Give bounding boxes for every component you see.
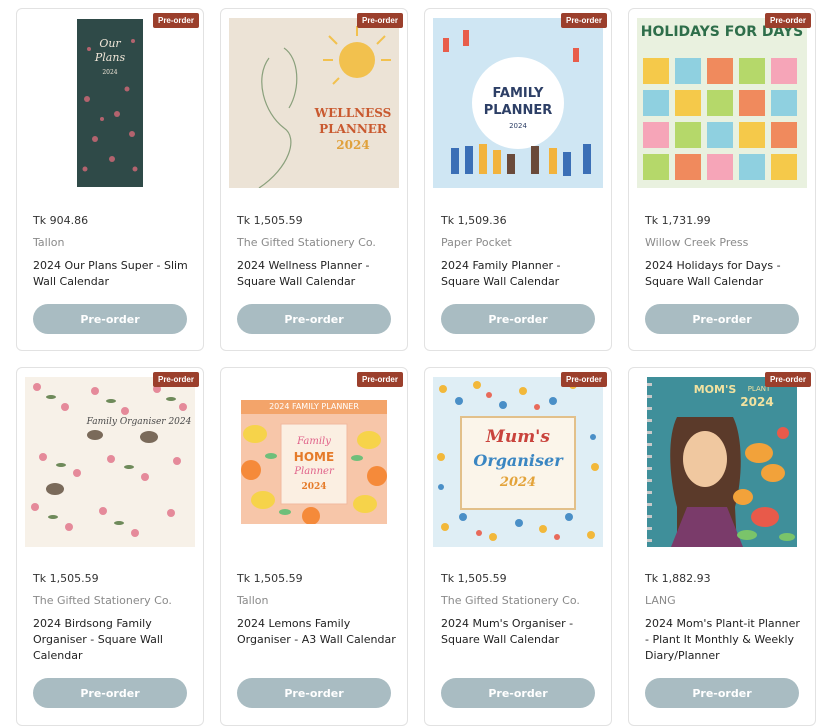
calendar-cover: FAMILY PLANNER 2024	[433, 17, 603, 188]
cover-title: Our	[99, 36, 121, 50]
preorder-button[interactable]: Pre-order	[645, 304, 799, 334]
cover-title: Planner	[294, 465, 334, 477]
product-grid: Pre-order Our Plans 2024 Tk 904.86 Tallo…	[0, 0, 825, 726]
cover-title: FAMILY	[492, 85, 544, 101]
calendar-cover: HOLIDAYS FOR DAYS	[637, 17, 807, 188]
product-card[interactable]: Pre-order Mum's Organiser 2024 Tk 1,505.…	[424, 367, 612, 726]
preorder-button[interactable]: Pre-order	[33, 304, 187, 334]
product-card[interactable]: Pre-order MOM'S PLANT 2024 Tk 1,882.93 L…	[628, 367, 816, 726]
product-image[interactable]: FAMILY PLANNER 2024	[433, 17, 603, 188]
preorder-button[interactable]: Pre-order	[237, 678, 391, 708]
product-price: Tk 904.86	[33, 214, 89, 227]
cover-title: Organiser	[473, 450, 563, 470]
cover-year: 2024	[336, 137, 370, 152]
preorder-button[interactable]: Pre-order	[441, 678, 595, 708]
calendar-cover: Our Plans 2024	[77, 18, 143, 187]
cover-title: Family Organiser 2024	[86, 416, 192, 427]
cover-year: 2024	[301, 481, 327, 492]
cover-title: Mum's	[486, 426, 550, 447]
product-title[interactable]: 2024 Lemons Family Organiser - A3 Wall C…	[237, 616, 397, 648]
product-brand[interactable]: The Gifted Stationery Co.	[441, 594, 580, 607]
product-image[interactable]: 2024 FAMILY PLANNER Family HOME Planner …	[229, 376, 399, 547]
product-title[interactable]: 2024 Family Planner - Square Wall Calend…	[441, 258, 601, 290]
preorder-badge: Pre-order	[152, 13, 199, 28]
cover-title: PLANNER	[483, 102, 553, 118]
preorder-button[interactable]: Pre-order	[645, 678, 799, 708]
product-brand[interactable]: The Gifted Stationery Co.	[237, 236, 376, 249]
product-image[interactable]: Family Organiser 2024	[25, 376, 195, 547]
product-brand[interactable]: Tallon	[33, 236, 64, 249]
product-card[interactable]: Pre-order Family Organiser 2024 Tk 1,505…	[16, 367, 204, 726]
calendar-cover: WELLNESS PLANNER 2024	[229, 17, 399, 188]
product-title[interactable]: 2024 Mum's Organiser - Square Wall Calen…	[441, 616, 601, 648]
product-image[interactable]: Our Plans 2024	[25, 17, 195, 188]
cover-title: Family	[297, 435, 331, 447]
product-card[interactable]: Pre-order 2024 FAMILY PLANNER Family HOM…	[220, 367, 408, 726]
product-brand[interactable]: The Gifted Stationery Co.	[33, 594, 172, 607]
cover-year: 2024	[740, 394, 774, 409]
preorder-badge: Pre-order	[764, 372, 811, 387]
product-price: Tk 1,731.99	[645, 214, 711, 227]
cover-title: WELLNESS	[314, 105, 392, 120]
preorder-button[interactable]: Pre-order	[441, 304, 595, 334]
preorder-badge: Pre-order	[356, 372, 403, 387]
product-card[interactable]: Pre-order HOLIDAYS FOR DAYS Tk 1,731.99 …	[628, 8, 816, 351]
product-brand[interactable]: Tallon	[237, 594, 268, 607]
product-brand[interactable]: Willow Creek Press	[645, 236, 748, 249]
cover-year: 2024	[509, 121, 527, 130]
product-image[interactable]: MOM'S PLANT 2024	[637, 376, 807, 547]
product-price: Tk 1,505.59	[33, 572, 99, 585]
preorder-badge: Pre-order	[560, 13, 607, 28]
product-price: Tk 1,505.59	[237, 572, 303, 585]
preorder-badge: Pre-order	[764, 13, 811, 28]
preorder-button[interactable]: Pre-order	[33, 678, 187, 708]
preorder-badge: Pre-order	[152, 372, 199, 387]
product-card[interactable]: Pre-order Our Plans 2024 Tk 904.86 Tallo…	[16, 8, 204, 351]
product-price: Tk 1,509.36	[441, 214, 507, 227]
product-price: Tk 1,505.59	[441, 572, 507, 585]
calendar-cover: Mum's Organiser 2024	[433, 376, 603, 547]
product-title[interactable]: 2024 Birdsong Family Organiser - Square …	[33, 616, 193, 664]
calendar-cover: MOM'S PLANT 2024	[647, 376, 797, 547]
product-image[interactable]: Mum's Organiser 2024	[433, 376, 603, 547]
product-title[interactable]: 2024 Mom's Plant-it Planner - Plant It M…	[645, 616, 805, 664]
cover-year: 2024	[499, 474, 537, 490]
product-price: Tk 1,882.93	[645, 572, 711, 585]
cover-year: 2024	[102, 68, 118, 76]
cover-title: Plans	[94, 50, 126, 64]
product-price: Tk 1,505.59	[237, 214, 303, 227]
cover-banner: 2024 FAMILY PLANNER	[269, 401, 359, 411]
preorder-badge: Pre-order	[560, 372, 607, 387]
product-title[interactable]: 2024 Wellness Planner - Square Wall Cale…	[237, 258, 397, 290]
product-image[interactable]: HOLIDAYS FOR DAYS	[637, 17, 807, 188]
preorder-badge: Pre-order	[356, 13, 403, 28]
cover-title: HOME	[293, 449, 335, 464]
cover-title: PLANNER	[319, 121, 387, 136]
product-brand[interactable]: LANG	[645, 594, 676, 607]
product-card[interactable]: Pre-order FAMILY PLANNER 2024 Tk 1,509.3…	[424, 8, 612, 351]
calendar-cover: Family Organiser 2024	[25, 376, 195, 547]
product-image[interactable]: WELLNESS PLANNER 2024	[229, 17, 399, 188]
product-card[interactable]: Pre-order WELLNESS PLANNER 2024 Tk 1,505…	[220, 8, 408, 351]
calendar-cover: 2024 FAMILY PLANNER Family HOME Planner …	[241, 399, 387, 524]
preorder-button[interactable]: Pre-order	[237, 304, 391, 334]
product-title[interactable]: 2024 Our Plans Super - Slim Wall Calenda…	[33, 258, 193, 290]
product-title[interactable]: 2024 Holidays for Days - Square Wall Cal…	[645, 258, 805, 290]
product-brand[interactable]: Paper Pocket	[441, 236, 512, 249]
